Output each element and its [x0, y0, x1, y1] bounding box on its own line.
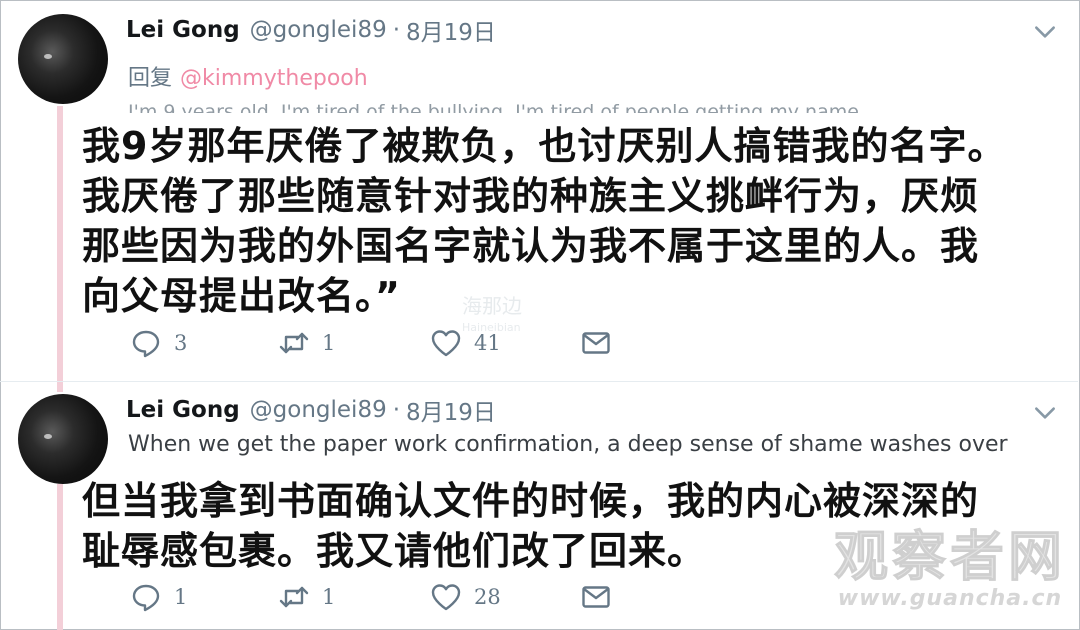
reply-mention[interactable]: @kimmythepooh	[180, 66, 368, 91]
original-text-faded: I'm 9 years old. I'm tired of the bullyi…	[128, 101, 859, 113]
tweet-date[interactable]: 8月19日	[406, 13, 496, 47]
translation-caption: 我9岁那年厌倦了被欺负，也讨厌别人搞错我的名字。 我厌倦了那些随意针对我的种族主…	[82, 121, 1006, 321]
author-handle[interactable]: @gonglei89	[250, 397, 387, 423]
watermark-guancha: 观察者网 www.guancha.cn	[834, 525, 1066, 612]
reply-icon	[132, 330, 160, 358]
watermark-main: 海那边	[462, 294, 522, 318]
tweet-header: Lei Gong @gonglei89 · 8月19日	[126, 12, 496, 48]
retweet-icon	[279, 586, 309, 608]
reply-count: 3	[174, 331, 188, 355]
like-count: 41	[474, 331, 501, 355]
chevron-down-icon[interactable]	[1032, 400, 1058, 426]
caption-line: 向父母提出改名。”	[82, 274, 401, 318]
like-count: 28	[474, 585, 501, 609]
watermark-url: www.guancha.cn	[837, 586, 1063, 611]
like-action[interactable]: 41	[430, 326, 501, 360]
avatar[interactable]	[18, 14, 108, 104]
reply-to-line: 回复 @kimmythepooh	[128, 60, 368, 92]
retweet-count: 1	[322, 331, 336, 355]
caption-line: 我厌倦了那些随意针对我的种族主义挑衅行为，厌烦	[82, 174, 980, 218]
like-icon	[431, 330, 461, 357]
chevron-down-icon[interactable]	[1032, 19, 1058, 45]
reply-count: 1	[174, 585, 188, 609]
thread-line	[57, 106, 63, 392]
dm-action[interactable]	[580, 580, 612, 614]
reply-icon	[132, 584, 160, 612]
like-icon	[431, 584, 461, 611]
avatar[interactable]	[18, 394, 108, 484]
tweet-divider	[0, 381, 1078, 382]
tweet-date[interactable]: 8月19日	[406, 393, 496, 427]
tweet-header: Lei Gong @gonglei89 · 8月19日	[126, 392, 496, 428]
retweet-icon	[279, 332, 309, 354]
tweet-text-english: When we get the paper work confirmation,…	[128, 432, 1008, 457]
dm-icon	[582, 586, 610, 608]
author-name[interactable]: Lei Gong	[126, 17, 240, 43]
retweet-count: 1	[322, 585, 336, 609]
dm-icon	[582, 332, 610, 354]
retweet-action[interactable]: 1	[278, 326, 335, 360]
thread-line	[57, 484, 63, 630]
like-action[interactable]: 28	[430, 580, 501, 614]
caption-line: 那些因为我的外国名字就认为我不属于这里的人。我	[82, 224, 980, 268]
caption-line: 但当我拿到书面确认文件的时候，我的内心被深深的	[82, 479, 980, 523]
caption-line: 我9岁那年厌倦了被欺负，也讨厌别人搞错我的名字。	[82, 124, 1007, 168]
watermark-brand: 观察者网	[834, 525, 1066, 588]
reply-action[interactable]: 3	[130, 326, 187, 360]
reply-prefix: 回复	[128, 66, 173, 91]
retweet-action[interactable]: 1	[278, 580, 335, 614]
author-name[interactable]: Lei Gong	[126, 397, 240, 423]
separator: ·	[392, 17, 401, 43]
separator: ·	[392, 397, 401, 423]
author-handle[interactable]: @gonglei89	[250, 17, 387, 43]
dm-action[interactable]	[580, 326, 612, 360]
reply-action[interactable]: 1	[130, 580, 187, 614]
